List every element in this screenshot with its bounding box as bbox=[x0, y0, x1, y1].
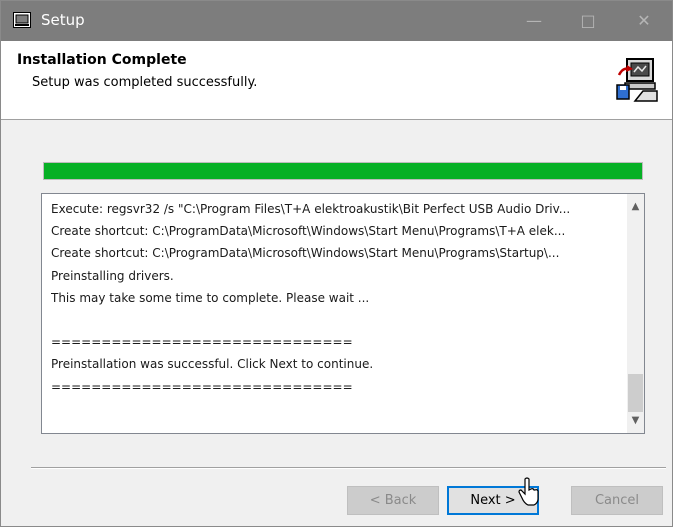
mouse-cursor-icon bbox=[518, 477, 539, 506]
log-line: Create shortcut: C:\ProgramData\Microsof… bbox=[51, 246, 560, 261]
title-bar[interactable]: Setup — □ ✕ bbox=[1, 1, 672, 41]
scroll-up-icon[interactable]: ▲ bbox=[627, 198, 644, 215]
progress-bar bbox=[43, 162, 643, 180]
scrollbar-thumb[interactable] bbox=[628, 374, 643, 412]
back-button[interactable]: < Back bbox=[347, 486, 439, 515]
window-title: Setup bbox=[41, 11, 85, 29]
close-button[interactable]: ✕ bbox=[621, 1, 667, 41]
wizard-header: Installation Complete Setup was complete… bbox=[1, 41, 672, 120]
app-icon bbox=[13, 12, 31, 28]
page-subtitle: Setup was completed successfully. bbox=[32, 75, 258, 90]
page-title: Installation Complete bbox=[17, 52, 187, 68]
install-log-box[interactable]: Execute: regsvr32 /s "C:\Program Files\T… bbox=[41, 193, 645, 434]
log-line: Execute: regsvr32 /s "C:\Program Files\T… bbox=[51, 202, 571, 216]
maximize-button[interactable]: □ bbox=[565, 1, 611, 41]
progress-fill bbox=[44, 163, 642, 179]
setup-installer-icon bbox=[616, 58, 658, 102]
minimize-button[interactable]: — bbox=[511, 1, 557, 41]
log-line: ============================== bbox=[51, 379, 353, 394]
cancel-button[interactable]: Cancel bbox=[571, 486, 663, 515]
setup-window: Setup — □ ✕ Installation Complete Setup … bbox=[0, 0, 673, 527]
log-line: Create shortcut: C:\ProgramData\Microsof… bbox=[51, 224, 566, 239]
install-log-lines: Execute: regsvr32 /s "C:\Program Files\T… bbox=[51, 198, 617, 398]
log-line: Preinstalling drivers. bbox=[51, 268, 174, 283]
divider bbox=[31, 467, 666, 469]
log-line: ============================== bbox=[51, 335, 353, 350]
scroll-down-icon[interactable]: ▼ bbox=[627, 412, 644, 429]
log-line: This may take some time to complete. Ple… bbox=[51, 290, 370, 305]
log-line: Preinstallation was successful. Click Ne… bbox=[51, 357, 374, 372]
log-scrollbar[interactable]: ▲ ▼ bbox=[627, 194, 644, 433]
